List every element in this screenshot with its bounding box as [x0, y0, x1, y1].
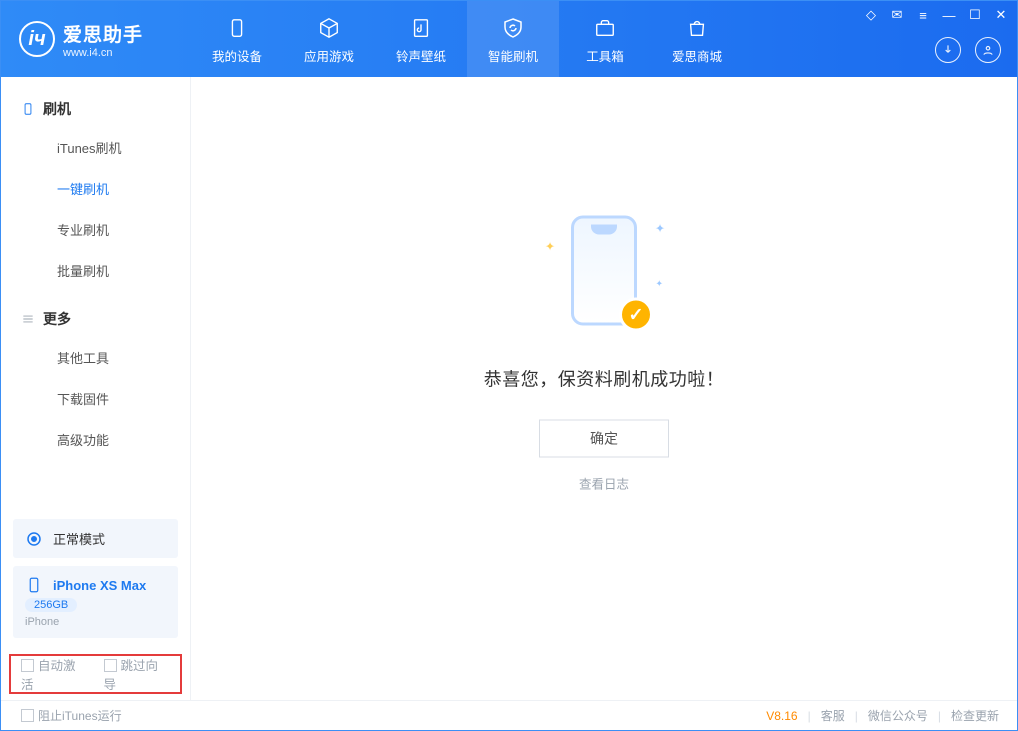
mode-icon	[25, 530, 43, 548]
device-info-card[interactable]: iPhone XS Max 256GB iPhone	[13, 566, 178, 638]
nav-apps-games[interactable]: 应用游戏	[283, 1, 375, 77]
phone-outline-icon	[21, 102, 35, 116]
app-header: iч 爱思助手 www.i4.cn 我的设备 应用游戏 铃声壁纸 智能刷机 工具…	[1, 1, 1017, 77]
bag-icon	[683, 14, 711, 42]
music-file-icon	[407, 14, 435, 42]
auto-activate-checkbox[interactable]: 自动激活	[21, 655, 88, 693]
device-mode-label: 正常模式	[53, 529, 105, 548]
sidebar-group-flash[interactable]: 刷机	[1, 91, 190, 127]
device-icon	[25, 576, 43, 594]
skin-icon[interactable]: ◇	[861, 5, 881, 25]
ok-button[interactable]: 确定	[539, 420, 669, 458]
app-url: www.i4.cn	[63, 47, 143, 59]
status-bar: 阻止iTunes运行 V8.16 | 客服 | 微信公众号 | 检查更新	[1, 700, 1017, 730]
main-panel: ✦✦✦ ✓ 恭喜您，保资料刷机成功啦！ 确定 查看日志	[191, 77, 1017, 700]
check-badge-icon: ✓	[619, 298, 653, 332]
nav-ringtone-wallpaper[interactable]: 铃声壁纸	[375, 1, 467, 77]
nav-my-device[interactable]: 我的设备	[191, 1, 283, 77]
view-log-link[interactable]: 查看日志	[579, 474, 629, 493]
feedback-icon[interactable]: ✉	[887, 5, 907, 25]
footer-link-support[interactable]: 客服	[821, 707, 845, 724]
logo-icon: iч	[19, 21, 55, 57]
block-itunes-checkbox[interactable]: 阻止iTunes运行	[21, 707, 122, 724]
minimize-button[interactable]: —	[939, 5, 959, 25]
sidebar-item-pro-flash[interactable]: 专业刷机	[1, 209, 190, 250]
user-button[interactable]	[975, 37, 1001, 63]
success-illustration: ✦✦✦ ✓	[539, 210, 669, 340]
device-type: iPhone	[25, 616, 166, 628]
refresh-shield-icon	[499, 14, 527, 42]
sidebar-item-one-click-flash[interactable]: 一键刷机	[1, 168, 190, 209]
version-label: V8.16	[766, 709, 797, 723]
sidebar-group-more[interactable]: 更多	[1, 301, 190, 337]
phone-icon	[223, 14, 251, 42]
app-name: 爱思助手	[63, 20, 143, 47]
flash-options-row: 自动激活 跳过向导	[9, 654, 182, 694]
sidebar-item-advanced[interactable]: 高级功能	[1, 419, 190, 460]
close-button[interactable]: ✕	[991, 5, 1011, 25]
maximize-button[interactable]: ☐	[965, 5, 985, 25]
sidebar-item-itunes-flash[interactable]: iTunes刷机	[1, 127, 190, 168]
sidebar-item-other-tools[interactable]: 其他工具	[1, 337, 190, 378]
device-mode-card[interactable]: 正常模式	[13, 519, 178, 558]
nav-smart-flash[interactable]: 智能刷机	[467, 1, 559, 77]
skip-guide-checkbox[interactable]: 跳过向导	[104, 655, 171, 693]
sidebar-item-download-firmware[interactable]: 下载固件	[1, 378, 190, 419]
sidebar: 刷机 iTunes刷机 一键刷机 专业刷机 批量刷机 更多 其他工具 下载固件 …	[1, 77, 191, 700]
list-icon	[21, 312, 35, 326]
download-button[interactable]	[935, 37, 961, 63]
app-logo: iч 爱思助手 www.i4.cn	[1, 1, 191, 77]
cube-icon	[315, 14, 343, 42]
nav-toolbox[interactable]: 工具箱	[559, 1, 651, 77]
top-nav: 我的设备 应用游戏 铃声壁纸 智能刷机 工具箱 爱思商城	[191, 1, 743, 77]
menu-icon[interactable]: ≡	[913, 5, 933, 25]
footer-link-update[interactable]: 检查更新	[951, 707, 999, 724]
footer-link-wechat[interactable]: 微信公众号	[868, 707, 928, 724]
toolbox-icon	[591, 14, 619, 42]
nav-store[interactable]: 爱思商城	[651, 1, 743, 77]
result-message: 恭喜您，保资料刷机成功啦！	[484, 366, 725, 392]
window-controls: ◇ ✉ ≡ — ☐ ✕	[861, 5, 1011, 25]
sidebar-item-batch-flash[interactable]: 批量刷机	[1, 250, 190, 291]
device-name: iPhone XS Max	[53, 578, 146, 593]
device-capacity: 256GB	[25, 598, 77, 612]
